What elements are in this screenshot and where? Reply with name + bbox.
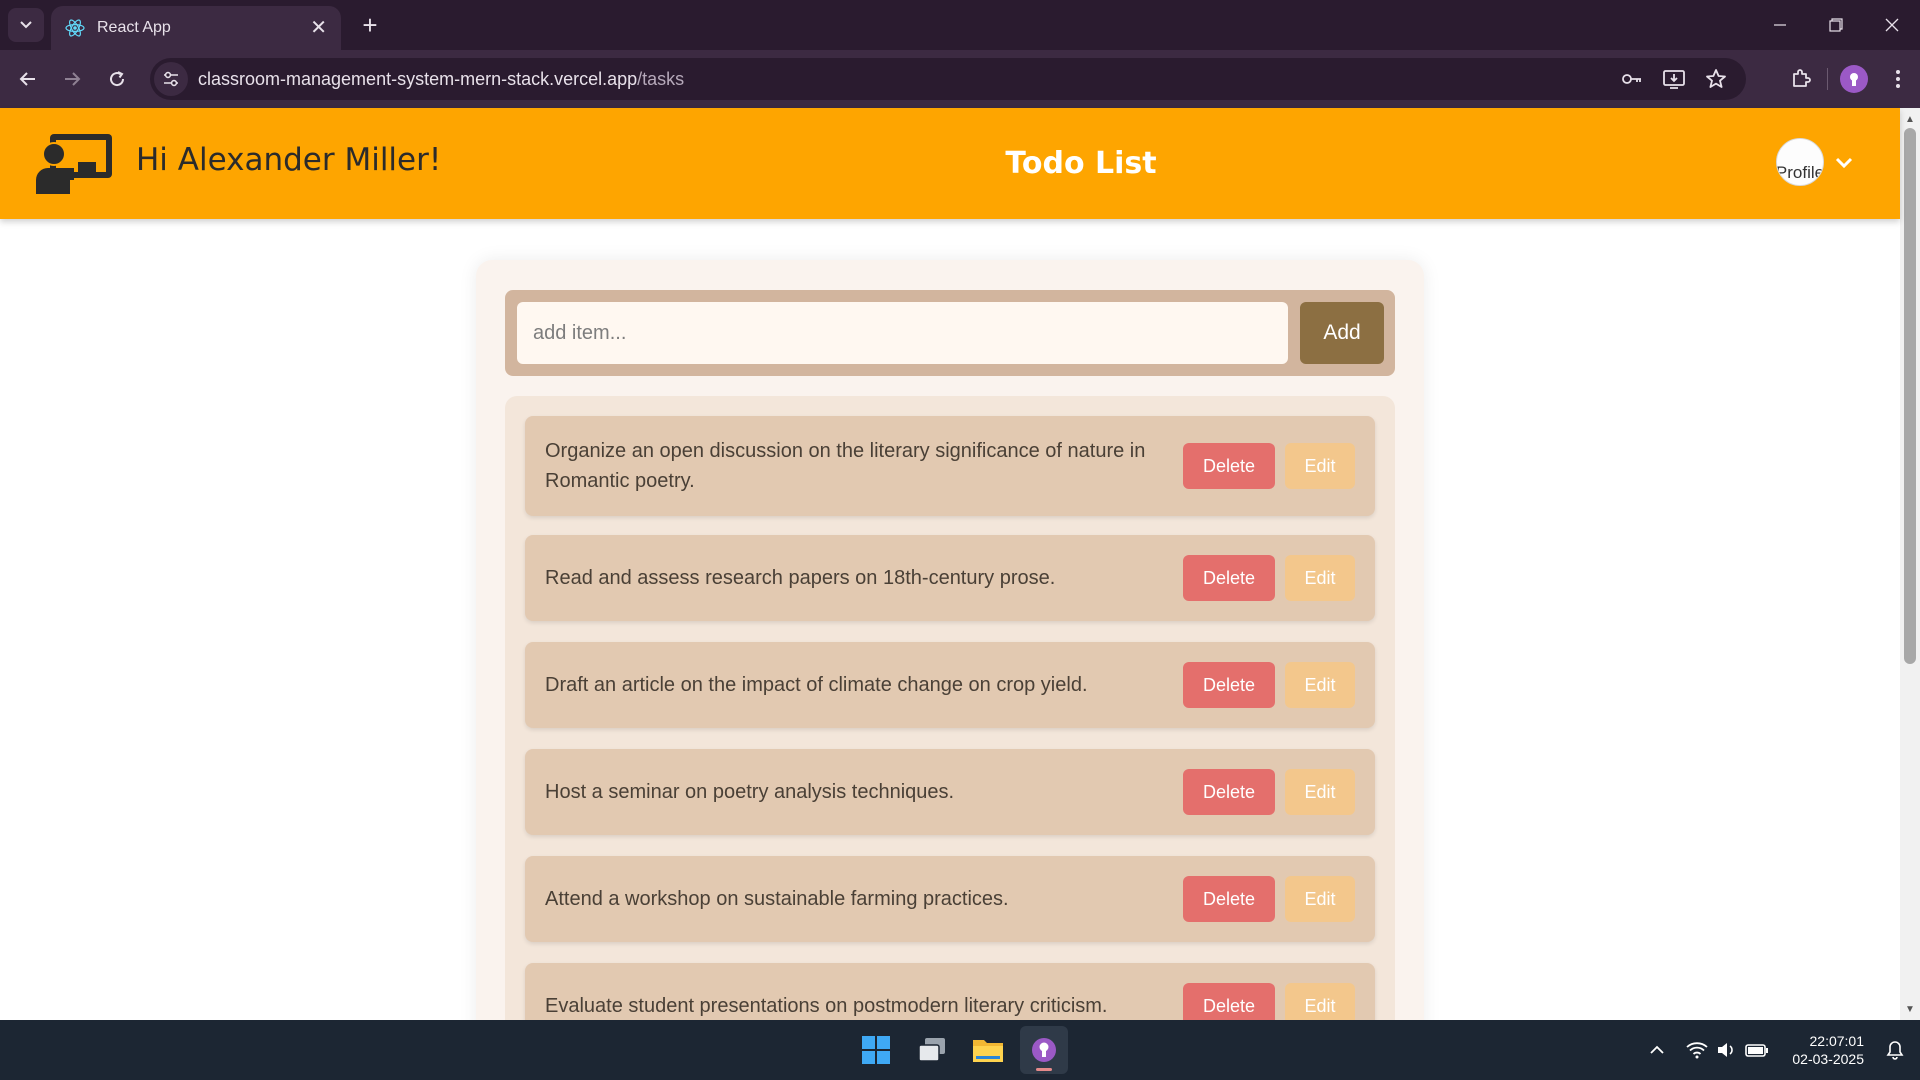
add-item-form: Add [505, 290, 1395, 376]
todo-list: Organize an open discussion on the liter… [505, 396, 1395, 1060]
reload-icon [110, 71, 125, 87]
clock-time: 22:07:01 [1809, 1033, 1865, 1049]
todo-card: Add Organize an open discussion on the l… [476, 260, 1424, 1060]
todo-item: Organize an open discussion on the liter… [525, 416, 1375, 516]
bell-icon [1886, 1041, 1904, 1060]
tab-search-button[interactable] [8, 8, 44, 42]
scroll-down-arrow-icon[interactable]: ▼ [1900, 1000, 1920, 1018]
tab-title: React App [97, 19, 171, 36]
install-app-icon[interactable] [1662, 67, 1686, 91]
site-info-button[interactable] [154, 62, 188, 96]
tab-close-icon[interactable]: ✕ [310, 18, 327, 38]
todo-text: Read and assess research papers on 18th-… [545, 567, 1056, 589]
todo-item: Attend a workshop on sustainable farming… [525, 856, 1375, 942]
omnibox-actions [1620, 58, 1728, 100]
puzzle-icon [1793, 69, 1811, 87]
wifi-icon [1686, 1042, 1708, 1059]
profile-avatar-icon [1850, 73, 1858, 86]
windows-taskbar: 22:07:01 02-03-2025 [0, 1020, 1920, 1080]
close-window-button[interactable] [1864, 0, 1920, 50]
bookmark-star-icon[interactable] [1704, 67, 1728, 91]
edit-button[interactable]: Edit [1285, 769, 1355, 815]
password-key-icon[interactable] [1620, 67, 1644, 91]
volume-button[interactable] [1712, 1035, 1742, 1065]
minimize-button[interactable] [1752, 0, 1808, 50]
edit-button[interactable]: Edit [1285, 662, 1355, 708]
clock-date: 02-03-2025 [1792, 1051, 1864, 1067]
new-tab-button[interactable]: + [352, 8, 388, 42]
todo-item: Host a seminar on poetry analysis techni… [525, 749, 1375, 835]
extensions-button[interactable] [1779, 58, 1823, 100]
battery-icon [1745, 1044, 1769, 1057]
add-item-input[interactable] [517, 302, 1288, 364]
forward-arrow-icon [65, 72, 81, 86]
url-bar[interactable]: classroom-management-system-mern-stack.v… [150, 58, 1746, 100]
browser-profile-button[interactable] [1832, 58, 1876, 100]
edit-button[interactable]: Edit [1285, 555, 1355, 601]
url-text: classroom-management-system-mern-stack.v… [198, 69, 684, 90]
todo-text: Host a seminar on poetry analysis techni… [545, 781, 955, 803]
folder-icon [973, 1040, 1003, 1062]
todo-text: Evaluate student presentations on postmo… [545, 995, 1108, 1017]
restore-icon [1829, 18, 1843, 32]
window-controls [1752, 0, 1920, 50]
delete-button[interactable]: Delete [1183, 769, 1275, 815]
scroll-up-arrow-icon[interactable]: ▲ [1900, 110, 1920, 128]
url-host: classroom-management-system-mern-stack.v… [198, 68, 638, 89]
browser-tab-bar: React App ✕ + [0, 0, 1920, 50]
task-view-button[interactable] [908, 1026, 956, 1074]
active-indicator [1036, 1068, 1052, 1071]
back-arrow-icon [19, 72, 35, 86]
delete-button[interactable]: Delete [1183, 662, 1275, 708]
page-title: Todo List [1005, 146, 1157, 181]
forward-button[interactable] [54, 62, 90, 96]
todo-item: Read and assess research papers on 18th-… [525, 535, 1375, 621]
profile-avatar[interactable]: Profile [1776, 138, 1824, 186]
react-icon [65, 19, 85, 37]
show-hidden-icons-button[interactable] [1642, 1035, 1672, 1065]
browser-menu-button[interactable] [1876, 58, 1920, 100]
notifications-button[interactable] [1880, 1035, 1910, 1065]
battery-button[interactable] [1742, 1035, 1772, 1065]
reload-button[interactable] [99, 62, 135, 96]
edit-button[interactable]: Edit [1285, 443, 1355, 489]
edit-button[interactable]: Edit [1285, 876, 1355, 922]
app-header: Hi Alexander Miller! Todo List Profile [0, 108, 1900, 219]
task-view-icon [918, 1038, 945, 1062]
file-explorer-button[interactable] [964, 1026, 1012, 1074]
page-scrollbar[interactable]: ▲ ▼ [1900, 108, 1920, 1020]
url-path: /tasks [637, 68, 685, 89]
avatar [1840, 65, 1868, 93]
todo-text: Organize an open discussion on the liter… [545, 440, 1146, 492]
chevron-down-icon[interactable] [1832, 150, 1856, 174]
todo-text: Draft an article on the impact of climat… [545, 674, 1088, 696]
scrollbar-thumb[interactable] [1904, 128, 1916, 664]
chrome-profile-icon [1032, 1038, 1056, 1062]
more-vertical-icon [1896, 70, 1900, 88]
toolbar-separator [1827, 68, 1828, 90]
minimize-icon [1774, 24, 1786, 26]
chevron-down-icon [20, 21, 32, 29]
delete-button[interactable]: Delete [1183, 443, 1275, 489]
browser-address-bar: classroom-management-system-mern-stack.v… [0, 50, 1920, 108]
tune-icon [164, 71, 178, 87]
browser-toolbar [1779, 58, 1920, 100]
chevron-up-icon [1650, 1045, 1665, 1054]
windows-logo-icon [862, 1036, 890, 1064]
system-clock[interactable]: 22:07:01 02-03-2025 [1792, 1032, 1864, 1068]
start-button[interactable] [852, 1026, 900, 1074]
chrome-taskbar-button[interactable] [1020, 1026, 1068, 1074]
close-icon [1885, 18, 1899, 32]
speaker-icon [1718, 1043, 1734, 1057]
todo-text: Attend a workshop on sustainable farming… [545, 888, 1009, 910]
system-tray: 22:07:01 02-03-2025 [1642, 1020, 1920, 1080]
browser-tab[interactable]: React App ✕ [51, 6, 341, 50]
wifi-button[interactable] [1682, 1035, 1712, 1065]
add-button[interactable]: Add [1300, 302, 1384, 364]
todo-item: Draft an article on the impact of climat… [525, 642, 1375, 728]
delete-button[interactable]: Delete [1183, 876, 1275, 922]
back-button[interactable] [10, 62, 46, 96]
restore-button[interactable] [1808, 0, 1864, 50]
delete-button[interactable]: Delete [1183, 555, 1275, 601]
